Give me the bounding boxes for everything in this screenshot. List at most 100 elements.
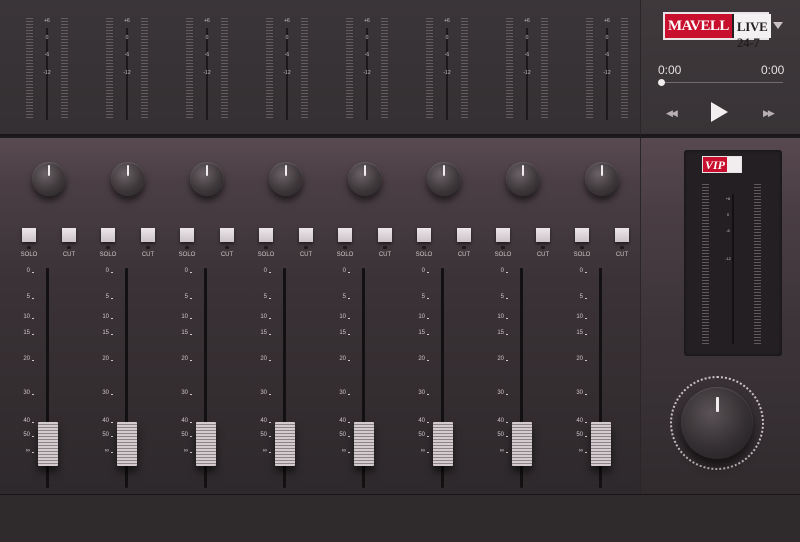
fader-scale-tick xyxy=(506,318,508,319)
meter-column-right xyxy=(541,18,548,118)
solo-label: SOLO xyxy=(99,252,117,258)
knob-pointer xyxy=(601,165,603,176)
fader-handle[interactable] xyxy=(512,422,532,466)
channel-gain-knob[interactable] xyxy=(111,162,145,196)
fader-scale-label: 10 xyxy=(181,314,188,320)
meter-scale-label: -6 xyxy=(524,52,530,58)
cut-label: CUT xyxy=(220,252,234,258)
meter-scale-label: -12 xyxy=(43,70,51,76)
channel-gain-knob[interactable] xyxy=(427,162,461,196)
fast-forward-icon[interactable]: ▶▶ xyxy=(763,108,775,119)
cut-button[interactable] xyxy=(615,228,629,242)
solo-button[interactable] xyxy=(259,228,273,242)
cut-button[interactable] xyxy=(141,228,155,242)
current-time: 0:00 xyxy=(658,63,682,77)
fader-scale-label: 15 xyxy=(576,330,583,336)
seek-track[interactable] xyxy=(661,82,783,83)
knob-pointer xyxy=(48,165,50,176)
cut-button[interactable] xyxy=(378,228,392,242)
fader-scale-label: 40 xyxy=(260,418,267,424)
solo-led xyxy=(27,246,31,249)
cut-button[interactable] xyxy=(220,228,234,242)
fader-handle[interactable] xyxy=(196,422,216,466)
fader-scale-tick xyxy=(190,436,192,437)
seek-thumb[interactable] xyxy=(658,79,665,86)
channel-gain-knob[interactable] xyxy=(190,162,224,196)
fader-scale-label: 50 xyxy=(339,432,346,438)
fader-handle[interactable] xyxy=(591,422,611,466)
cut-label: CUT xyxy=(457,252,471,258)
fader-scale-tick xyxy=(269,272,271,273)
fader-scale-label: 15 xyxy=(260,330,267,336)
fader-scale-tick xyxy=(269,318,271,319)
fader-scale-label: 0 xyxy=(105,268,109,274)
fader-scale-label: 5 xyxy=(26,294,30,300)
fader-scale-label: 15 xyxy=(102,330,109,336)
channel-meter: +6 0 -6 -12 xyxy=(344,18,390,120)
fader-scale-tick xyxy=(32,272,34,273)
solo-led xyxy=(106,246,110,249)
channel-gain-knob[interactable] xyxy=(506,162,540,196)
bottom-bar xyxy=(0,494,800,542)
cut-button[interactable] xyxy=(536,228,550,242)
solo-button[interactable] xyxy=(101,228,115,242)
mavell-live-logo: MAVELL LIVE 24-7 xyxy=(663,12,771,50)
channel-gain-knob[interactable] xyxy=(585,162,619,196)
fader-scale-label: 0 xyxy=(500,268,504,274)
fader-handle[interactable] xyxy=(354,422,374,466)
fader-scale-tick xyxy=(348,394,350,395)
channel-strips: SOLO CUT 0 5 10 15 20 30 40 50 ∞ SOLO CUT 0 5 10 15 20 30 4… xyxy=(0,138,640,494)
fader-handle[interactable] xyxy=(38,422,58,466)
solo-button[interactable] xyxy=(338,228,352,242)
meter-scale-label: +6 xyxy=(44,18,50,24)
fader-scale-tick xyxy=(348,272,350,273)
fader-scale-tick xyxy=(427,422,429,423)
solo-button[interactable] xyxy=(22,228,36,242)
fader-scale-tick xyxy=(427,360,429,361)
fader-scale-tick xyxy=(427,394,429,395)
meter-scale-label: 0 xyxy=(605,35,609,41)
fader-scale-label: 15 xyxy=(418,330,425,336)
fader-scale-tick xyxy=(585,334,587,335)
rewind-icon[interactable]: ◀◀ xyxy=(666,108,678,119)
solo-button[interactable] xyxy=(180,228,194,242)
fader-scale-tick xyxy=(585,272,587,273)
meter-column-right xyxy=(141,18,148,118)
fader-scale-tick xyxy=(32,452,34,453)
fader-scale-label: 50 xyxy=(181,432,188,438)
fader-handle[interactable] xyxy=(117,422,137,466)
fader-scale-label: 50 xyxy=(576,432,583,438)
solo-button[interactable] xyxy=(496,228,510,242)
fader-scale-tick xyxy=(348,422,350,423)
cut-button[interactable] xyxy=(62,228,76,242)
fader-scale-label: ∞ xyxy=(262,448,267,454)
fader-scale-label: 40 xyxy=(576,418,583,424)
fader-scale-label: 30 xyxy=(576,390,583,396)
play-icon[interactable] xyxy=(711,102,728,122)
master-meter-label: -12 xyxy=(725,256,731,261)
channel-gain-knob[interactable] xyxy=(269,162,303,196)
chevron-down-icon[interactable] xyxy=(773,22,783,29)
fader-scale-label: 30 xyxy=(339,390,346,396)
fader-scale-tick xyxy=(190,422,192,423)
meter-scale-label: -12 xyxy=(443,70,451,76)
fader-scale-label: 20 xyxy=(102,356,109,362)
cut-button[interactable] xyxy=(457,228,471,242)
master-volume-knob[interactable] xyxy=(681,387,753,459)
master-meter-label: -6 xyxy=(726,228,730,233)
solo-led xyxy=(185,246,189,249)
channel-gain-knob[interactable] xyxy=(348,162,382,196)
solo-button[interactable] xyxy=(417,228,431,242)
solo-button[interactable] xyxy=(575,228,589,242)
channel-meter: +6 0 -6 -12 xyxy=(584,18,630,120)
fader-handle[interactable] xyxy=(275,422,295,466)
fader-scale-tick xyxy=(348,318,350,319)
meter-scale-label: -12 xyxy=(363,70,371,76)
fader-scale-tick xyxy=(190,394,192,395)
fader-scale-tick xyxy=(111,360,113,361)
cut-led xyxy=(620,246,624,249)
cut-button[interactable] xyxy=(299,228,313,242)
fader-handle[interactable] xyxy=(433,422,453,466)
channel-meter: +6 0 -6 -12 xyxy=(184,18,230,120)
channel-gain-knob[interactable] xyxy=(32,162,66,196)
